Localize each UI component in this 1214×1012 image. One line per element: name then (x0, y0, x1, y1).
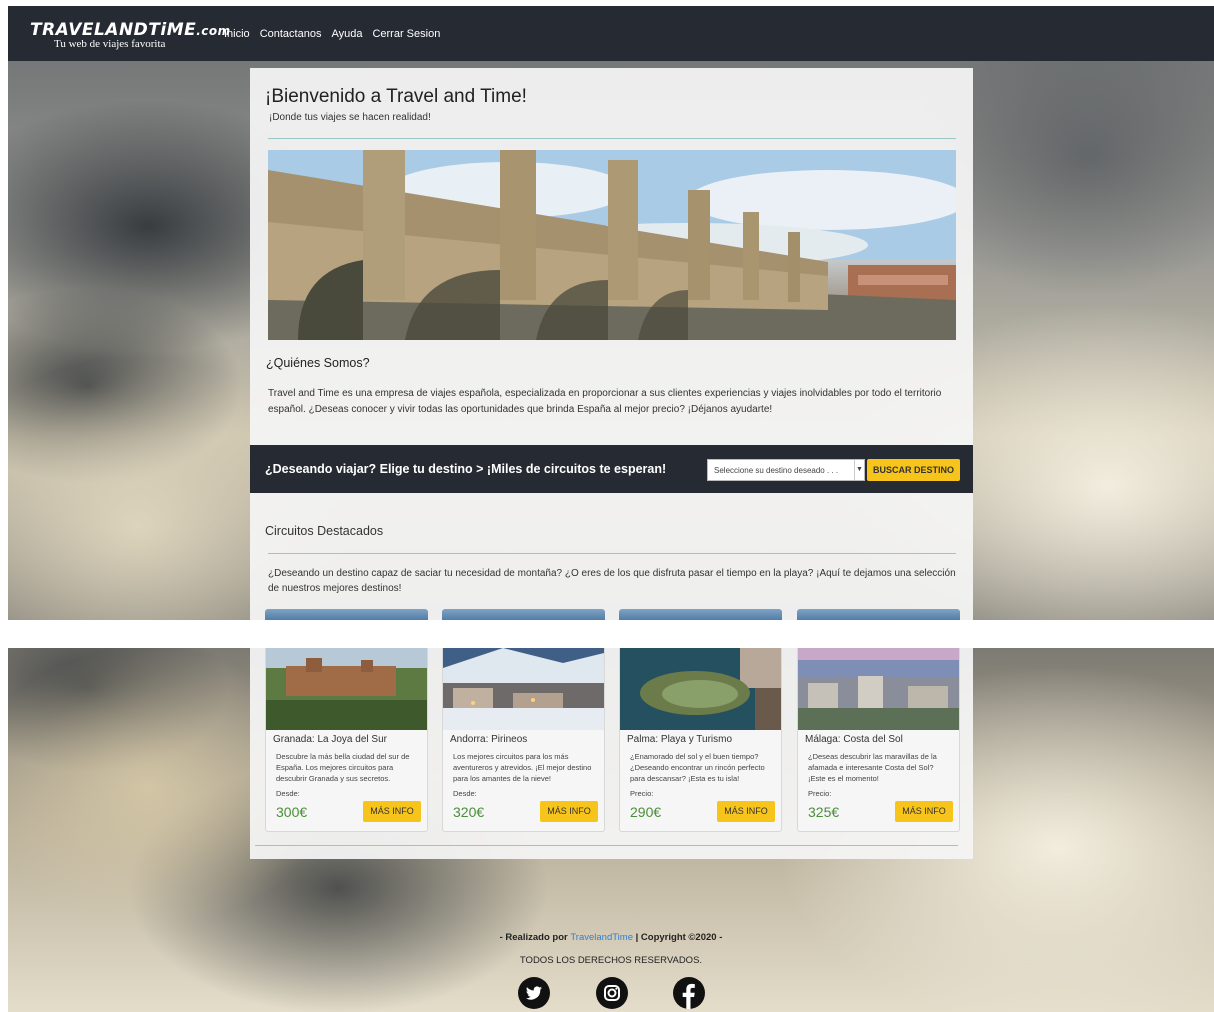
main-panel: ¡Bienvenido a Travel and Time! ¡Donde tu… (250, 68, 973, 620)
card-image-andorra[interactable] (443, 648, 604, 730)
card-top-strip (797, 609, 960, 620)
destination-select[interactable]: Seleccione su destino deseado . . . ▼ (707, 459, 865, 481)
card-price: 300€ (276, 804, 308, 820)
destination-select-value: Seleccione su destino deseado . . . (714, 466, 839, 475)
nav-inicio[interactable]: Inicio (224, 28, 250, 40)
featured-text: ¿Deseando un destino capaz de saciar tu … (268, 568, 956, 594)
search-question: ¿Deseando viajar? Elige tu destino > ¡Mi… (265, 462, 667, 476)
card-price: 320€ (453, 804, 485, 820)
footer-credit: - Realizado por TravelandTime | Copyrigh… (8, 932, 1214, 943)
footer-rights: TODOS LOS DERECHOS RESERVADOS. (519, 955, 703, 966)
chevron-down-icon: ▼ (854, 460, 864, 480)
card-price-label: Precio: (808, 789, 832, 798)
page-title: ¡Bienvenido a Travel and Time! (265, 86, 527, 107)
search-bar: ¿Deseando viajar? Elige tu destino > ¡Mi… (250, 445, 973, 493)
instagram-icon[interactable] (596, 977, 628, 1009)
card-top-strip (265, 609, 428, 620)
about-text: Travel and Time es una empresa de viajes… (268, 388, 942, 415)
card-price-label: Desde: (453, 789, 477, 798)
card-title: Andorra: Pirineos (450, 734, 528, 745)
card-price-label: Precio: (630, 789, 654, 798)
featured-title: Circuitos Destacados (265, 524, 384, 538)
twitter-icon[interactable] (518, 977, 550, 1009)
destination-card: Granada: La Joya del Sur Descubre la más… (265, 648, 428, 832)
about-title: ¿Quiénes Somos? (266, 356, 370, 370)
screenshot-bottom: Granada: La Joya del Sur Descubre la más… (8, 648, 1214, 1012)
card-title: Palma: Playa y Turismo (627, 734, 733, 745)
more-info-button[interactable]: MÁS INFO (895, 801, 953, 822)
card-image-granada[interactable] (266, 648, 427, 730)
divider (268, 138, 956, 139)
page-subtitle: ¡Donde tus viajes se hacen realidad! (269, 112, 431, 123)
destination-card: Málaga: Costa del Sol ¿Deseas descubrir … (797, 648, 960, 832)
card-price: 325€ (808, 804, 840, 820)
divider (268, 553, 956, 554)
card-price: 290€ (630, 804, 662, 820)
footer-prefix: - Realizado por (499, 932, 571, 943)
brand-name: TRAVELANDTiME (30, 20, 197, 40)
card-price-label: Desde: (276, 789, 300, 798)
brand-tagline: Tu web de viajes favorita (54, 38, 166, 50)
screenshot-top: TRAVELANDTiME.com Tu web de viajes favor… (8, 6, 1214, 620)
card-description: Descubre la más bella ciudad del sur de … (276, 752, 410, 783)
card-title: Granada: La Joya del Sur (273, 734, 387, 745)
more-info-button[interactable]: MÁS INFO (363, 801, 421, 822)
divider (255, 845, 958, 846)
search-destination-button[interactable]: BUSCAR DESTINO (867, 459, 960, 481)
destination-card: Palma: Playa y Turismo ¿Enamorado del so… (619, 648, 782, 832)
cards-panel: Granada: La Joya del Sur Descubre la más… (250, 648, 973, 859)
facebook-icon[interactable] (673, 977, 705, 1009)
brand-logo[interactable]: TRAVELANDTiME.com (30, 20, 231, 40)
card-description: ¿Deseas descubrir las maravillas de la a… (808, 752, 937, 783)
nav-contactanos[interactable]: Contactanos (260, 28, 322, 40)
card-description: Los mejores circuitos para los más avent… (453, 752, 592, 783)
more-info-button[interactable]: MÁS INFO (717, 801, 775, 822)
footer-link[interactable]: TravelandTime (570, 932, 633, 943)
card-image-malaga[interactable] (798, 648, 959, 730)
hero-aqueduct-image (268, 150, 956, 340)
card-description: ¿Enamorado del sol y el buen tiempo? ¿De… (630, 752, 765, 783)
nav-menu: Inicio Contactanos Ayuda Cerrar Sesion (224, 28, 440, 40)
card-top-strip (619, 609, 782, 620)
nav-cerrar-sesion[interactable]: Cerrar Sesion (372, 28, 440, 40)
navbar: TRAVELANDTiME.com Tu web de viajes favor… (8, 6, 1214, 61)
more-info-button[interactable]: MÁS INFO (540, 801, 598, 822)
footer-suffix: | Copyright ©2020 - (633, 932, 723, 943)
nav-ayuda[interactable]: Ayuda (331, 28, 362, 40)
card-image-palma[interactable] (620, 648, 781, 730)
destination-card: Andorra: Pirineos Los mejores circuitos … (442, 648, 605, 832)
card-top-strip (442, 609, 605, 620)
card-title: Málaga: Costa del Sol (805, 734, 903, 745)
